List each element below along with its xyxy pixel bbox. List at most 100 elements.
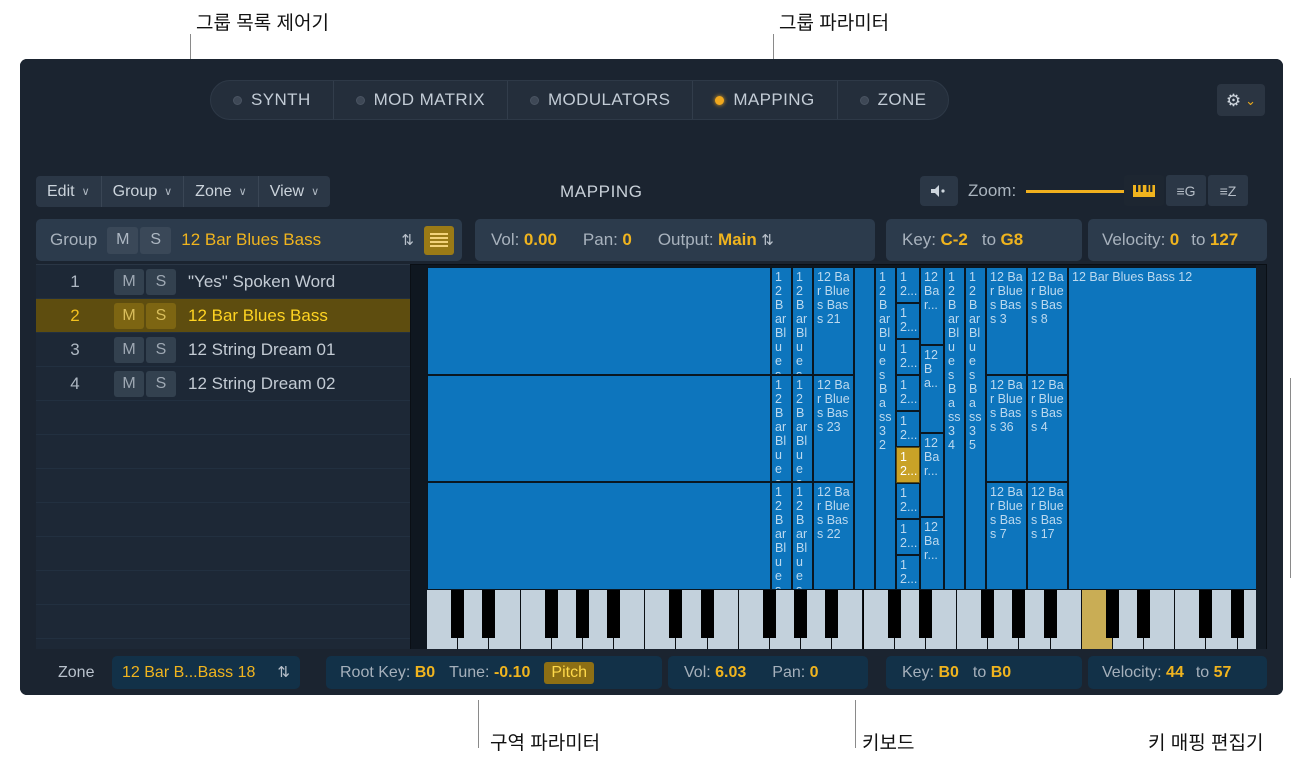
- zone-rect[interactable]: 12 Bar Blues Bass 34: [944, 267, 965, 590]
- zone-canvas[interactable]: 12 Bar Blues B..12 Bar Blues B..12 Bar B…: [427, 267, 1267, 590]
- black-key[interactable]: [451, 590, 464, 638]
- group-row-empty[interactable]: [36, 605, 410, 639]
- zone-pan-value[interactable]: 0: [810, 664, 819, 681]
- group-row-mute-button[interactable]: M: [114, 303, 144, 329]
- group-row-empty[interactable]: [36, 571, 410, 605]
- keyboard-view-button[interactable]: [1124, 175, 1164, 206]
- zone-rect[interactable]: 12 Bar Blues Bass 3: [986, 267, 1027, 375]
- zone-rect[interactable]: 12 Bar Blues Bass 12: [1068, 267, 1267, 590]
- group-vol-value[interactable]: 0.00: [524, 230, 557, 249]
- zone-rect[interactable]: 12...: [896, 519, 920, 555]
- group-row-empty[interactable]: [36, 435, 410, 469]
- group-solo-button[interactable]: S: [140, 227, 171, 254]
- group-output-value[interactable]: Main: [718, 230, 757, 249]
- tab-modulators[interactable]: MODULATORS: [508, 81, 693, 119]
- black-key[interactable]: [1106, 590, 1119, 638]
- group-key-high-value[interactable]: G8: [1001, 230, 1024, 249]
- tab-mod-matrix[interactable]: MOD MATRIX: [334, 81, 508, 119]
- group-pan-value[interactable]: 0: [622, 230, 631, 249]
- group-row-4[interactable]: 4MS12 String Dream 02: [36, 367, 410, 401]
- zone-rect[interactable]: 12 Bar Blues B..: [771, 267, 792, 375]
- group-mute-button[interactable]: M: [107, 227, 138, 254]
- zone-rect[interactable]: 12 Bar Blues Bass 21: [813, 267, 854, 375]
- zone-rect[interactable]: 12 Bar...: [920, 433, 944, 517]
- black-key[interactable]: [888, 590, 901, 638]
- zone-rect[interactable]: [427, 375, 771, 482]
- group-output-stepper-icon[interactable]: ⇅: [761, 232, 774, 249]
- zone-rect[interactable]: 12...: [896, 411, 920, 447]
- zone-rect[interactable]: 12...: [896, 375, 920, 411]
- zone-rect[interactable]: 12...: [896, 267, 920, 303]
- zone-rootkey-value[interactable]: B0: [415, 664, 435, 681]
- menu-view[interactable]: View∨: [259, 176, 330, 207]
- zone-rect[interactable]: 12...: [896, 555, 920, 590]
- group-key-low-value[interactable]: C-2: [940, 230, 967, 249]
- zone-rect[interactable]: 12 Bar Blues Bass 17: [1027, 482, 1068, 590]
- group-row-mute-button[interactable]: M: [114, 269, 144, 295]
- zone-key-low-value[interactable]: B0: [938, 664, 958, 681]
- zone-rect[interactable]: 12 Bar...: [920, 267, 944, 345]
- group-row-mute-button[interactable]: M: [114, 337, 144, 363]
- group-velocity-low-value[interactable]: 0: [1170, 230, 1179, 249]
- group-name-value[interactable]: 12 Bar Blues Bass: [181, 230, 391, 250]
- black-key[interactable]: [763, 590, 776, 638]
- group-row-1[interactable]: 1MS"Yes" Spoken Word: [36, 265, 410, 299]
- group-velocity-high-value[interactable]: 127: [1210, 230, 1238, 249]
- zone-rect[interactable]: 12 Bar Blues B..: [771, 482, 792, 590]
- group-row-2[interactable]: 2MS12 Bar Blues Bass: [36, 299, 410, 333]
- group-row-empty[interactable]: [36, 503, 410, 537]
- group-row-3[interactable]: 3MS12 String Dream 01: [36, 333, 410, 367]
- black-key[interactable]: [1044, 590, 1057, 638]
- zone-stepper-icon[interactable]: ⇅: [277, 665, 290, 680]
- black-key[interactable]: [981, 590, 994, 638]
- zone-rect[interactable]: [854, 267, 875, 590]
- zone-rect[interactable]: 12 Bar Blues B..: [792, 375, 813, 482]
- black-key[interactable]: [794, 590, 807, 638]
- zone-velocity-high-value[interactable]: 57: [1214, 664, 1232, 681]
- group-row-solo-button[interactable]: S: [146, 371, 176, 397]
- zone-rect[interactable]: 12 Bar...: [920, 517, 944, 590]
- zone-rect[interactable]: 12 Bar Blues Bass 32: [875, 267, 896, 590]
- zone-rect[interactable]: 12 Bar Blues B..: [771, 375, 792, 482]
- black-key[interactable]: [669, 590, 682, 638]
- black-key[interactable]: [1231, 590, 1244, 638]
- zone-name-value[interactable]: 12 Bar B...Bass 18: [122, 664, 269, 682]
- zone-rect[interactable]: 12 Bar Blues Bass 4: [1027, 375, 1068, 482]
- zone-rect[interactable]: 12 Bar Blues Bass 7: [986, 482, 1027, 590]
- zone-view-button[interactable]: ≡Z: [1208, 175, 1248, 206]
- group-stepper-icon[interactable]: ⇅: [401, 233, 414, 248]
- group-row-empty[interactable]: [36, 401, 410, 435]
- black-key[interactable]: [545, 590, 558, 638]
- zone-rect[interactable]: [427, 267, 771, 375]
- group-row-solo-button[interactable]: S: [146, 269, 176, 295]
- settings-gear-button[interactable]: ⚙ ⌄: [1217, 84, 1265, 116]
- zone-velocity-low-value[interactable]: 44: [1166, 664, 1184, 681]
- group-list-toggle-button[interactable]: [424, 226, 454, 255]
- menu-group[interactable]: Group∨: [102, 176, 185, 207]
- menu-edit[interactable]: Edit∨: [36, 176, 102, 207]
- zone-rect[interactable]: 12 Bar Blues Bass 8: [1027, 267, 1068, 375]
- zone-rect[interactable]: 12 Bar Blues B..: [792, 267, 813, 375]
- zone-key-high-value[interactable]: B0: [991, 664, 1011, 681]
- black-key[interactable]: [1012, 590, 1025, 638]
- tab-synth[interactable]: SYNTH: [211, 81, 334, 119]
- zone-rect[interactable]: 12 Ba..: [920, 345, 944, 433]
- zone-rect[interactable]: 12 Bar Blues Bass 36: [986, 375, 1027, 482]
- black-key[interactable]: [482, 590, 495, 638]
- group-row-solo-button[interactable]: S: [146, 303, 176, 329]
- zone-rect[interactable]: 12...: [896, 447, 920, 483]
- group-row-solo-button[interactable]: S: [146, 337, 176, 363]
- vertical-scrollbar[interactable]: [1256, 265, 1266, 682]
- menu-zone[interactable]: Zone∨: [184, 176, 259, 207]
- zone-rect[interactable]: 12...: [896, 483, 920, 519]
- zone-rect[interactable]: 12 Bar Blues Bass 22: [813, 482, 854, 590]
- black-key[interactable]: [1137, 590, 1150, 638]
- black-key[interactable]: [1199, 590, 1212, 638]
- tab-zone[interactable]: ZONE: [838, 81, 949, 119]
- zone-vol-value[interactable]: 6.03: [715, 664, 746, 681]
- black-key[interactable]: [919, 590, 932, 638]
- zone-rect[interactable]: 12 Bar Blues Bass 35: [965, 267, 986, 590]
- zone-tune-value[interactable]: -0.10: [494, 664, 530, 681]
- group-row-empty[interactable]: [36, 537, 410, 571]
- zone-rect[interactable]: [427, 482, 771, 590]
